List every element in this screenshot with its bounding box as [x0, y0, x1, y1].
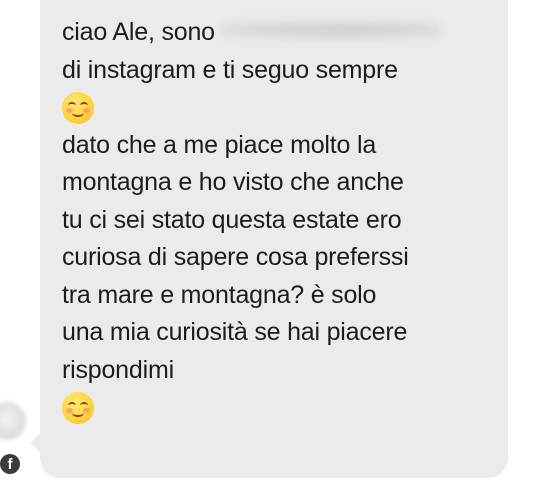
message-line-text: ciao Ale, sono [62, 18, 215, 46]
emoji-row [62, 389, 502, 427]
smiling-face-emoji-icon [62, 92, 94, 124]
smiling-face-emoji-icon [62, 392, 94, 424]
message-line: montagna e ho visto che anche [62, 168, 404, 196]
message-line: ciao Ale, sono [62, 14, 502, 52]
message-line: una mia curiosità se hai piacere [62, 318, 408, 346]
message-line: dato che a me piace molto la [62, 130, 377, 159]
message-line: rispondimi [62, 355, 174, 384]
message-line: tra mare e montagna? è solo [62, 280, 377, 309]
emoji-row [62, 89, 502, 127]
message-line: tu ci sei stato questa estate ero [62, 205, 402, 234]
message-line: curiosa di sapere cosa preferssi [62, 243, 409, 271]
sender-avatar[interactable] [0, 402, 26, 440]
message-text: ciao Ale, sono di instagram e ti seguo s… [62, 14, 502, 427]
message-line: di instagram e ti seguo sempre [62, 55, 398, 84]
facebook-icon: f [0, 454, 20, 474]
bubble-tail [30, 432, 42, 454]
redacted-name [220, 17, 441, 44]
